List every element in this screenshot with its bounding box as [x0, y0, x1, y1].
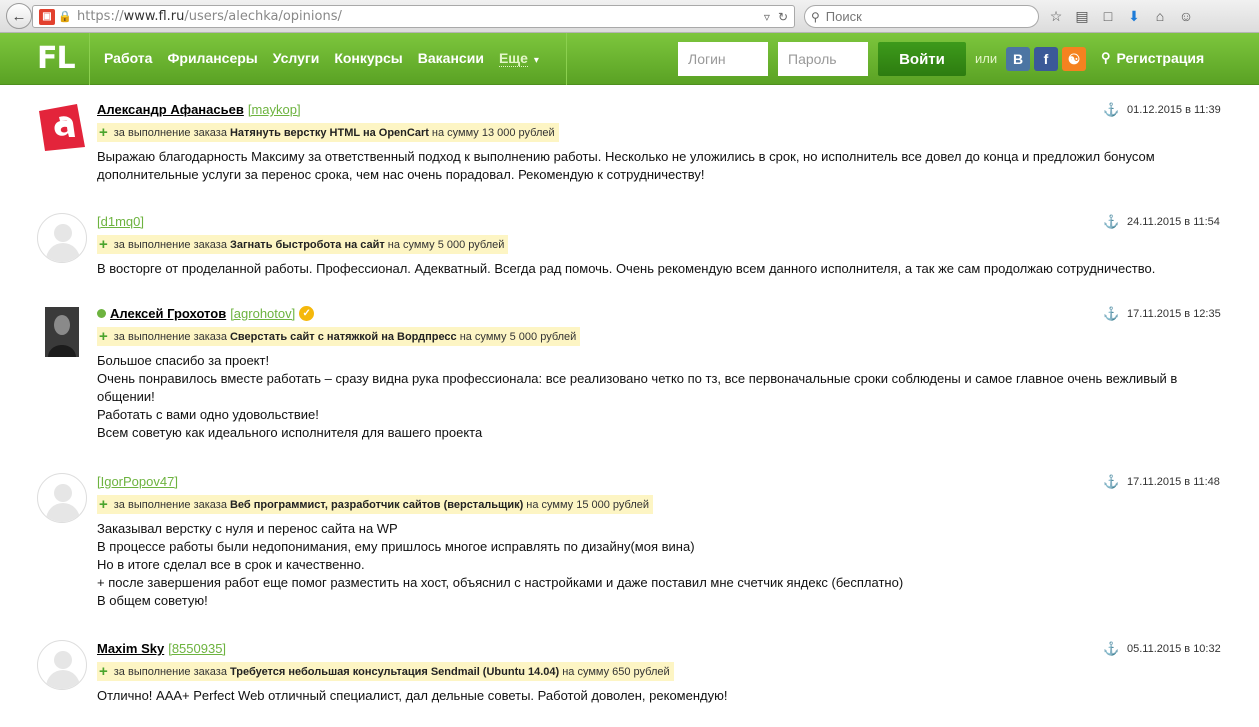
key-icon: ⚲: [1101, 50, 1111, 65]
review-date: 24.11.2015 в 11:54: [1127, 216, 1220, 228]
review-order: + за выполнение заказа Натянуть верстку …: [97, 123, 559, 142]
author-login[interactable]: [d1mq0]: [97, 214, 144, 229]
nav-more[interactable]: Еще ▾: [498, 50, 539, 68]
download-icon[interactable]: ⬇: [1124, 6, 1144, 26]
password-field[interactable]: [778, 42, 868, 76]
author-name[interactable]: Maxim Sky: [97, 641, 164, 656]
review-author: [IgorPopov47]: [97, 474, 178, 489]
chevron-down-icon: ▾: [533, 55, 539, 66]
review-order: + за выполнение заказа Требуется небольш…: [97, 662, 674, 681]
anchor-icon[interactable]: ⚓: [1103, 641, 1119, 657]
url-bar[interactable]: ▣ 🔒 https://www.fl.ru/users/alechka/opin…: [32, 5, 795, 28]
author-login[interactable]: [IgorPopov47]: [97, 474, 178, 489]
pocket-icon[interactable]: □: [1098, 6, 1118, 26]
review-text: Заказывал верстку с нуля и перенос сайта…: [97, 521, 904, 608]
online-status-icon: [97, 309, 106, 318]
register-link[interactable]: ⚲ Регистрация: [1101, 50, 1204, 66]
plus-icon: +: [99, 236, 108, 253]
back-arrow-icon[interactable]: ←: [6, 3, 32, 29]
nav-work[interactable]: Работа: [104, 50, 152, 68]
anchor-icon[interactable]: ⚓: [1103, 474, 1119, 490]
anchor-icon[interactable]: ⚓: [1103, 102, 1119, 118]
login-button[interactable]: Войти: [878, 42, 966, 76]
bookmark-star-icon[interactable]: ☆: [1046, 6, 1066, 26]
review-order: + за выполнение заказа Загнать быстробот…: [97, 235, 509, 254]
or-label: или: [975, 51, 998, 66]
nav-freelancers[interactable]: Фрилансеры: [167, 50, 257, 68]
divider: [89, 33, 90, 85]
plus-icon: +: [99, 328, 108, 345]
review-date: 01.12.2015 в 11:39: [1127, 104, 1221, 116]
nav-contests[interactable]: Конкурсы: [334, 50, 402, 68]
url-text: https://www.fl.ru/users/alechka/opinions…: [77, 9, 342, 24]
odnoklassniki-login-icon[interactable]: ☯: [1062, 47, 1086, 71]
review-text: Отлично! AAA+ Perfect Web отличный специ…: [97, 688, 728, 703]
reload-icon[interactable]: ↻: [778, 10, 788, 24]
browser-search-input[interactable]: ⚲ Поиск: [804, 5, 1039, 28]
brand-logo-icon: [37, 101, 87, 151]
user-photo-icon: [45, 307, 79, 357]
review-text: Выражаю благодарность Максиму за ответст…: [97, 149, 1159, 182]
site-logo[interactable]: FL: [37, 41, 76, 76]
review-date: 17.11.2015 в 11:48: [1127, 476, 1220, 488]
facebook-login-icon[interactable]: f: [1034, 47, 1058, 71]
order-link[interactable]: Требуется небольшая консультация Sendmai…: [230, 666, 559, 678]
author-name[interactable]: Алексей Грохотов: [110, 306, 226, 321]
divider: [566, 33, 567, 85]
vk-login-icon[interactable]: В: [1006, 47, 1030, 71]
nav-vacancies[interactable]: Вакансии: [418, 50, 484, 68]
author-login[interactable]: [8550935]: [168, 641, 226, 656]
avatar[interactable]: [37, 473, 87, 523]
review-order: + за выполнение заказа Веб программист, …: [97, 495, 654, 514]
review-date: 17.11.2015 в 12:35: [1127, 308, 1221, 320]
lock-icon[interactable]: 🔒: [58, 11, 72, 23]
avatar[interactable]: [37, 640, 87, 690]
order-link[interactable]: Натянуть верстку HTML на OpenCart: [230, 127, 429, 139]
plus-icon: +: [99, 124, 108, 141]
anchor-icon[interactable]: ⚓: [1103, 306, 1119, 322]
review-text: В восторге от проделанной работы. Профес…: [97, 261, 1156, 276]
nav-services[interactable]: Услуги: [273, 50, 320, 68]
avatar[interactable]: [37, 101, 87, 151]
dropdown-arrow-icon[interactable]: ▿: [764, 10, 770, 24]
review-text: Большое спасибо за проект! Очень понрави…: [97, 353, 1178, 440]
chat-icon[interactable]: ☺: [1176, 6, 1196, 26]
avatar[interactable]: [45, 307, 79, 357]
author-name[interactable]: Александр Афанасьев: [97, 102, 244, 117]
home-icon[interactable]: ⌂: [1150, 6, 1170, 26]
main-nav: Работа Фрилансеры Услуги Конкурсы Ваканс…: [104, 50, 539, 68]
site-favicon-icon: ▣: [39, 8, 55, 25]
review-author: [d1mq0]: [97, 214, 144, 229]
review-author: Maxim Sky [8550935]: [97, 641, 226, 656]
bookmarks-list-icon[interactable]: ▤: [1072, 6, 1092, 26]
order-link[interactable]: Веб программист, разработчик сайтов (вер…: [230, 499, 523, 511]
verified-badge-icon: ✓: [299, 306, 315, 321]
site-header: FL Работа Фрилансеры Услуги Конкурсы Вак…: [0, 33, 1259, 85]
browser-toolbar: ← ▣ 🔒 https://www.fl.ru/users/alechka/op…: [0, 0, 1259, 33]
anchor-icon[interactable]: ⚓: [1103, 214, 1119, 230]
review-order: + за выполнение заказа Сверстать сайт с …: [97, 327, 581, 346]
review-date: 05.11.2015 в 10:32: [1127, 643, 1221, 655]
search-icon: ⚲: [811, 9, 820, 24]
plus-icon: +: [99, 496, 108, 513]
order-link[interactable]: Сверстать сайт с натяжкой на Вордпресс: [230, 331, 457, 343]
review-author: Александр Афанасьев [maykop]: [97, 102, 301, 117]
author-login[interactable]: [agrohotov]: [230, 306, 295, 321]
login-field[interactable]: [678, 42, 768, 76]
plus-icon: +: [99, 663, 108, 680]
review-author: Алексей Грохотов [agrohotov] ✓: [97, 306, 315, 321]
author-login[interactable]: [maykop]: [248, 102, 301, 117]
avatar[interactable]: [37, 213, 87, 263]
order-link[interactable]: Загнать быстробота на сайт: [230, 239, 385, 251]
